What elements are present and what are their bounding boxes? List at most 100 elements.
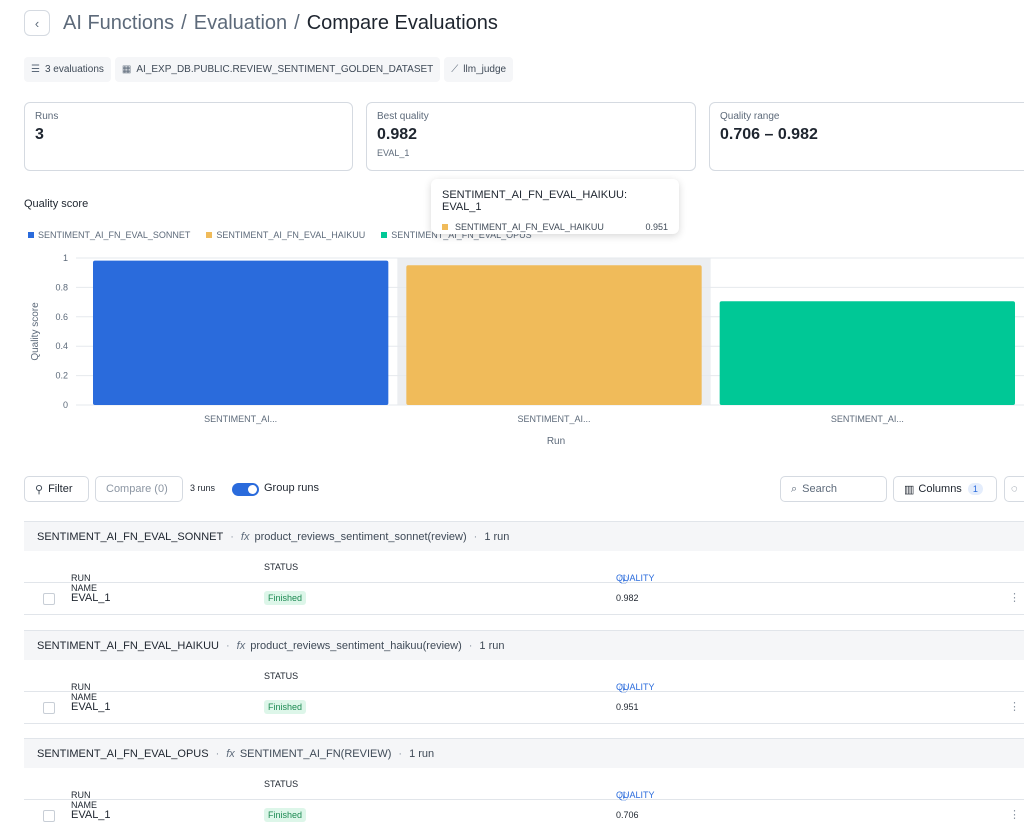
y-axis-label: Quality score	[30, 302, 41, 361]
x-tick-label: SENTIMENT_AI...	[204, 414, 277, 424]
table-header: RUN NAME ↑ STATUS QUALITY ⓘ ↓	[24, 768, 1024, 810]
x-tick-label: SENTIMENT_AI...	[517, 414, 590, 424]
stat-label: Runs	[35, 111, 59, 122]
group-function: product_reviews_sentiment_sonnet(review)	[254, 530, 467, 543]
more-options-icon[interactable]: ⋮	[1009, 591, 1020, 604]
group-name: SENTIMENT_AI_FN_EVAL_OPUS	[37, 747, 209, 760]
bar	[93, 260, 389, 405]
evaluations-chip: ☰ 3 evaluations	[24, 57, 111, 82]
separator-dot: ·	[468, 639, 473, 652]
bar	[406, 265, 702, 405]
group-run-count: 1 run	[409, 747, 435, 760]
chevron-left-icon: ‹	[34, 15, 40, 31]
table-toolbar: ⚲ Filter Compare (0) 3 runs Group runs ⌕…	[24, 476, 1024, 502]
search-icon: ⌕	[791, 482, 798, 495]
columns-count-badge: 1	[967, 483, 983, 495]
table-header: RUN NAME ↑ STATUS QUALITY ⓘ ↓	[24, 660, 1024, 702]
status-badge: Finished	[264, 700, 307, 714]
runs-count: 3 runs	[190, 483, 216, 493]
stat-card-quality-range: Quality range 0.706 – 0.982	[709, 102, 1024, 171]
breadcrumb-ai-functions[interactable]: AI Functions	[63, 12, 174, 35]
group-function: product_reviews_sentiment_haikuu(review)	[250, 639, 462, 652]
table-header: RUN NAME ↑ STATUS QUALITY ⓘ ↓	[24, 551, 1024, 593]
table-row[interactable]: EVAL_1 Finished 0.982 ⋮	[24, 583, 1024, 615]
row-checkbox[interactable]	[43, 702, 55, 714]
stat-label: Quality range	[720, 111, 780, 122]
stat-value: 3	[35, 126, 44, 143]
table-row[interactable]: EVAL_1 Finished 0.951 ⋮	[24, 692, 1024, 724]
more-options-icon[interactable]: ⋮	[1009, 700, 1020, 713]
chart-title: Quality score	[24, 198, 89, 210]
y-tick-label: 0	[63, 400, 68, 410]
sort-up-icon: ↑	[77, 573, 82, 583]
list-icon: ☰	[31, 64, 40, 75]
sort-up-icon: ↑	[77, 682, 82, 692]
col-status[interactable]: STATUS	[264, 562, 298, 572]
group-header[interactable]: SENTIMENT_AI_FN_EVAL_SONNET · fx product_re…	[24, 521, 1024, 551]
row-checkbox[interactable]	[43, 810, 55, 822]
legend-swatch	[381, 232, 388, 238]
run-name[interactable]: EVAL_1	[71, 701, 111, 713]
compare-button[interactable]: Compare (0)	[95, 476, 183, 502]
col-status[interactable]: STATUS	[264, 671, 298, 681]
line-chart-icon: ⟋	[451, 64, 459, 75]
chart-tooltip: SENTIMENT_AI_FN_EVAL_HAIKUU: EVAL_1 SENT…	[431, 179, 679, 234]
y-tick-label: 0.6	[55, 312, 68, 322]
x-tick-label: SENTIMENT_AI...	[831, 414, 904, 424]
metric-chip: ⟋ llm_judge	[444, 57, 514, 82]
compare-label: Compare (0)	[106, 483, 168, 495]
search-input[interactable]: ⌕ Search	[780, 476, 887, 502]
stat-value: 0.982	[377, 126, 418, 143]
separator-dot: ·	[225, 639, 230, 652]
refresh-button[interactable]: ◌	[1004, 476, 1024, 502]
status-badge: Finished	[264, 808, 307, 822]
group-run-count: 1 run	[484, 530, 510, 543]
filter-button[interactable]: ⚲ Filter	[24, 476, 89, 502]
stat-card-runs: Runs 3	[24, 102, 353, 171]
separator-dot: ·	[473, 530, 478, 543]
stat-card-best-quality: Best quality 0.982 EVAL_1	[366, 102, 696, 171]
row-checkbox[interactable]	[43, 593, 55, 605]
separator-dot: ·	[215, 747, 220, 760]
group-header[interactable]: SENTIMENT_AI_FN_EVAL_OPUS · fx SENTIMENT_AI…	[24, 738, 1024, 768]
tooltip-series: SENTIMENT_AI_FN_EVAL_HAIKUU	[455, 222, 604, 232]
quality-value: 0.982	[616, 593, 639, 603]
tooltip-value: 0.951	[645, 222, 668, 232]
refresh-icon: ◌	[1011, 483, 1018, 495]
breadcrumb-evaluation[interactable]: Evaluation	[194, 12, 287, 35]
filter-label: Filter	[48, 483, 73, 495]
separator-dot: ·	[398, 747, 403, 760]
sort-down-icon: ↓	[622, 573, 627, 583]
filter-icon: ⚲	[35, 483, 44, 496]
legend-item[interactable]: SENTIMENT_AI_FN_EVAL_HAIKUU	[206, 230, 365, 240]
tooltip-title: SENTIMENT_AI_FN_EVAL_HAIKUU: EVAL_1	[442, 189, 628, 213]
stat-label: Best quality	[377, 111, 429, 122]
breadcrumb-separator: /	[294, 11, 300, 34]
sort-down-icon: ↓	[622, 682, 627, 692]
separator-dot: ·	[230, 530, 234, 543]
run-name[interactable]: EVAL_1	[71, 592, 111, 604]
group-header[interactable]: SENTIMENT_AI_FN_EVAL_HAIKUU · fx product_re…	[24, 630, 1024, 660]
x-axis-label: Run	[547, 436, 565, 447]
search-placeholder: Search	[802, 483, 838, 495]
breadcrumb: ‹ AI Functions / Evaluation / Compare Ev…	[24, 10, 498, 36]
legend-swatch	[28, 232, 34, 238]
run-name[interactable]: EVAL_1	[71, 809, 111, 821]
legend-item[interactable]: SENTIMENT_AI_FN_EVAL_SONNET	[28, 230, 190, 240]
y-tick-label: 0.4	[55, 341, 68, 351]
group-runs-label: Group runs	[264, 482, 320, 494]
dataset-chip[interactable]: ▦ AI_EXP_DB.PUBLIC.REVIEW_SENTIMENT_GOLD…	[114, 57, 441, 82]
more-options-icon[interactable]: ⋮	[1009, 808, 1020, 821]
quality-bar-chart: 0 0.2 0.4 0.6 0.8 1 Quality score SENTIMENT_AI.…	[30, 253, 1024, 447]
run-group-sonnet: SENTIMENT_AI_FN_EVAL_SONNET · fx product_re…	[24, 521, 1024, 615]
back-button[interactable]: ‹	[24, 10, 50, 36]
col-status[interactable]: STATUS	[264, 779, 298, 789]
sort-down-icon: ↓	[622, 790, 627, 800]
evaluations-count: 3 evaluations	[44, 64, 104, 75]
group-runs-toggle[interactable]	[232, 483, 259, 496]
group-function: SENTIMENT_AI_FN(REVIEW)	[239, 747, 392, 760]
columns-button[interactable]: ▥ Columns 1	[893, 476, 997, 502]
table-row[interactable]: EVAL_1 Finished 0.706 ⋮	[24, 800, 1024, 830]
meta-chips: ☰ 3 evaluations ▦ AI_EXP_DB.PUBLIC.REVIE…	[24, 57, 514, 82]
tooltip-row: SENTIMENT_AI_FN_EVAL_HAIKUU 0.951	[442, 222, 668, 232]
